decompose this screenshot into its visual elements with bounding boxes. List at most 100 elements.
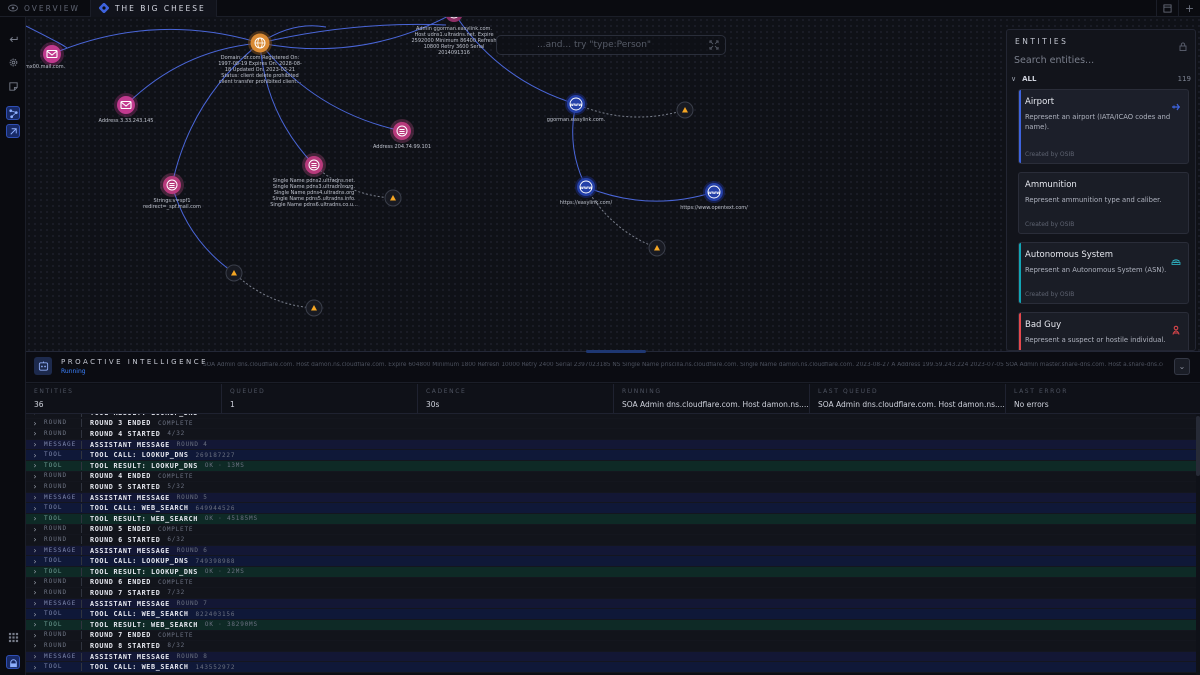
chevron-right-icon[interactable]: ›: [26, 567, 44, 576]
apps-grid-icon[interactable]: [6, 630, 20, 644]
gear-icon[interactable]: [6, 55, 20, 69]
log-row[interactable]: › ROUND ROUND 7 ENDED COMPLETE: [26, 630, 1196, 642]
window-layout-icon[interactable]: [1156, 0, 1178, 17]
link-view-icon[interactable]: [6, 124, 20, 138]
graph-node-web[interactable]: www: [565, 93, 587, 115]
log-row[interactable]: › TOOL TOOL CALL: WEB_SEARCH 822403156: [26, 609, 1196, 620]
chevron-right-icon[interactable]: ›: [26, 472, 44, 481]
stats-row: ENTITIES 36 QUEUED 1 CADENCE 30s RUNNING…: [26, 384, 1200, 414]
chevron-right-icon[interactable]: ›: [26, 610, 44, 619]
chevron-right-icon[interactable]: ›: [26, 414, 44, 417]
graph-node-address[interactable]: [160, 173, 184, 197]
new-tab-icon[interactable]: +: [1178, 0, 1200, 17]
entities-search-input[interactable]: Search entities...: [1013, 55, 1189, 71]
log-row-kind: ROUND: [44, 482, 82, 491]
chevron-right-icon[interactable]: ›: [26, 578, 44, 587]
chevron-right-icon[interactable]: ›: [26, 451, 44, 460]
log-row[interactable]: › ROUND ROUND 6 STARTED 6/32: [26, 535, 1196, 546]
entity-card-bad-guy[interactable]: Bad Guy Represent a suspect or hostile i…: [1018, 312, 1189, 350]
tab-the-big-cheese[interactable]: THE BIG CHEESE: [90, 0, 217, 17]
graph-node-alert[interactable]: [648, 239, 666, 257]
log-scrollbar[interactable]: [1196, 414, 1200, 675]
left-rail: [0, 17, 26, 675]
lock-icon[interactable]: [1179, 36, 1187, 51]
chevron-right-icon[interactable]: ›: [26, 514, 44, 523]
chevron-right-icon[interactable]: ›: [26, 493, 44, 502]
graph-node-alert[interactable]: [676, 101, 694, 119]
log-row-meta: COMPLETE: [158, 631, 194, 639]
graph-node-email[interactable]: [114, 93, 138, 117]
log-row[interactable]: › TOOL TOOL CALL: LOOKUP_DNS 269187227: [26, 450, 1196, 461]
graph-node-alert[interactable]: [384, 189, 402, 207]
log-row[interactable]: › MESSAGE ASSISTANT MESSAGE ROUND 6: [26, 545, 1196, 557]
log-row[interactable]: › ROUND ROUND 4 ENDED COMPLETE: [26, 471, 1196, 483]
log-row[interactable]: › MESSAGE ASSISTANT MESSAGE ROUND 7: [26, 598, 1196, 610]
entities-group-all[interactable]: ∨ ALL 119: [1007, 73, 1195, 85]
fullscreen-icon[interactable]: [709, 40, 719, 50]
notes-icon[interactable]: [6, 79, 20, 93]
chevron-down-icon: ∨: [1011, 75, 1017, 83]
log-row-meta: 8/32: [167, 642, 186, 650]
entity-card-autonomous-system[interactable]: Autonomous System Represent an Autonomou…: [1018, 242, 1189, 304]
graph-node-address[interactable]: [390, 119, 414, 143]
stat-value: SOA Admin dns.cloudflare.com. Host damon…: [818, 400, 1005, 409]
log-row[interactable]: › ROUND ROUND 7 STARTED 7/32: [26, 588, 1196, 599]
graph-node-address[interactable]: [302, 153, 326, 177]
chevron-right-icon[interactable]: ›: [26, 535, 44, 544]
log-row[interactable]: › MESSAGE ASSISTANT MESSAGE ROUND 8: [26, 651, 1196, 663]
chevron-right-icon[interactable]: ›: [26, 557, 44, 566]
log-row[interactable]: › TOOL TOOL RESULT: LOOKUP_DNS OK · 13MS: [26, 461, 1196, 472]
log-row[interactable]: › TOOL TOOL RESULT: WEB_SEARCH OK · 45185MS: [26, 514, 1196, 525]
stat-key: RUNNING: [622, 388, 662, 395]
back-icon[interactable]: [6, 32, 20, 46]
log-row-kind: ROUND: [44, 535, 82, 544]
graph-view-icon[interactable]: [6, 106, 20, 120]
log-row[interactable]: › ROUND ROUND 8 STARTED 8/32: [26, 641, 1196, 652]
resize-handle[interactable]: [586, 350, 646, 353]
chevron-right-icon[interactable]: ›: [26, 419, 44, 428]
graph-node-domain[interactable]: [248, 31, 272, 55]
chevron-right-icon[interactable]: ›: [26, 546, 44, 555]
log-row[interactable]: › TOOL TOOL CALL: LOOKUP_DNS 749398988: [26, 556, 1196, 567]
entity-card-ammunition[interactable]: Ammunition Represent ammunition type and…: [1018, 172, 1189, 234]
chevron-right-icon[interactable]: ›: [26, 631, 44, 640]
stat-cadence: CADENCE 30s: [418, 384, 614, 414]
chevron-right-icon[interactable]: ›: [26, 588, 44, 597]
log-row[interactable]: › MESSAGE ASSISTANT MESSAGE ROUND 5: [26, 492, 1196, 504]
user-account-icon[interactable]: [6, 655, 20, 669]
chevron-right-icon[interactable]: ›: [26, 641, 44, 650]
graph-node-email[interactable]: [40, 42, 64, 66]
graph-search-input[interactable]: ...and... try "type:Person": [496, 35, 726, 55]
chevron-right-icon[interactable]: ›: [26, 663, 44, 672]
graph-node-alert[interactable]: [305, 299, 323, 317]
log-row[interactable]: › ROUND ROUND 5 STARTED 5/32: [26, 482, 1196, 493]
log-row[interactable]: › ROUND ROUND 3 ENDED COMPLETE: [26, 418, 1196, 430]
chevron-right-icon[interactable]: ›: [26, 620, 44, 629]
chevron-right-icon[interactable]: ›: [26, 504, 44, 513]
collapse-toggle-button[interactable]: ⌄: [1174, 358, 1190, 375]
log-row[interactable]: › TOOL TOOL RESULT: LOOKUP_DNS OK · 22MS: [26, 567, 1196, 578]
chevron-right-icon[interactable]: ›: [26, 429, 44, 438]
log-row-meta: OK · 45185MS: [204, 515, 258, 523]
chevron-right-icon[interactable]: ›: [26, 525, 44, 534]
log-row[interactable]: › ROUND ROUND 5 ENDED COMPLETE: [26, 524, 1196, 536]
proactive-intelligence-icon: [34, 357, 52, 375]
log-row[interactable]: › ROUND ROUND 6 ENDED COMPLETE: [26, 577, 1196, 589]
tab-overview[interactable]: OVERVIEW: [0, 0, 91, 17]
log-row[interactable]: › ROUND ROUND 4 STARTED 4/32: [26, 429, 1196, 440]
agent-log[interactable]: ›ROUNDTOOL RESULT: LOOKUP_DNS›ROUNDROUND…: [26, 414, 1200, 675]
graph-node-web[interactable]: www: [575, 176, 597, 198]
chevron-right-icon[interactable]: ›: [26, 652, 44, 661]
log-row[interactable]: › TOOL TOOL CALL: WEB_SEARCH 143552972: [26, 662, 1196, 673]
entity-card-airport[interactable]: Airport Represent an airport (IATA/ICAO …: [1018, 89, 1189, 164]
log-row[interactable]: › TOOL TOOL CALL: WEB_SEARCH 649944526: [26, 503, 1196, 514]
chevron-right-icon[interactable]: ›: [26, 440, 44, 449]
chevron-right-icon[interactable]: ›: [26, 461, 44, 470]
log-row[interactable]: › MESSAGE ASSISTANT MESSAGE ROUND 4: [26, 439, 1196, 451]
log-row[interactable]: › TOOL TOOL RESULT: WEB_SEARCH OK · 38290MS: [26, 620, 1196, 631]
graph-node-alert[interactable]: [225, 264, 243, 282]
scrollbar-thumb[interactable]: [1196, 416, 1200, 476]
chevron-right-icon[interactable]: ›: [26, 599, 44, 608]
chevron-right-icon[interactable]: ›: [26, 482, 44, 491]
graph-node-web[interactable]: www: [703, 181, 725, 203]
